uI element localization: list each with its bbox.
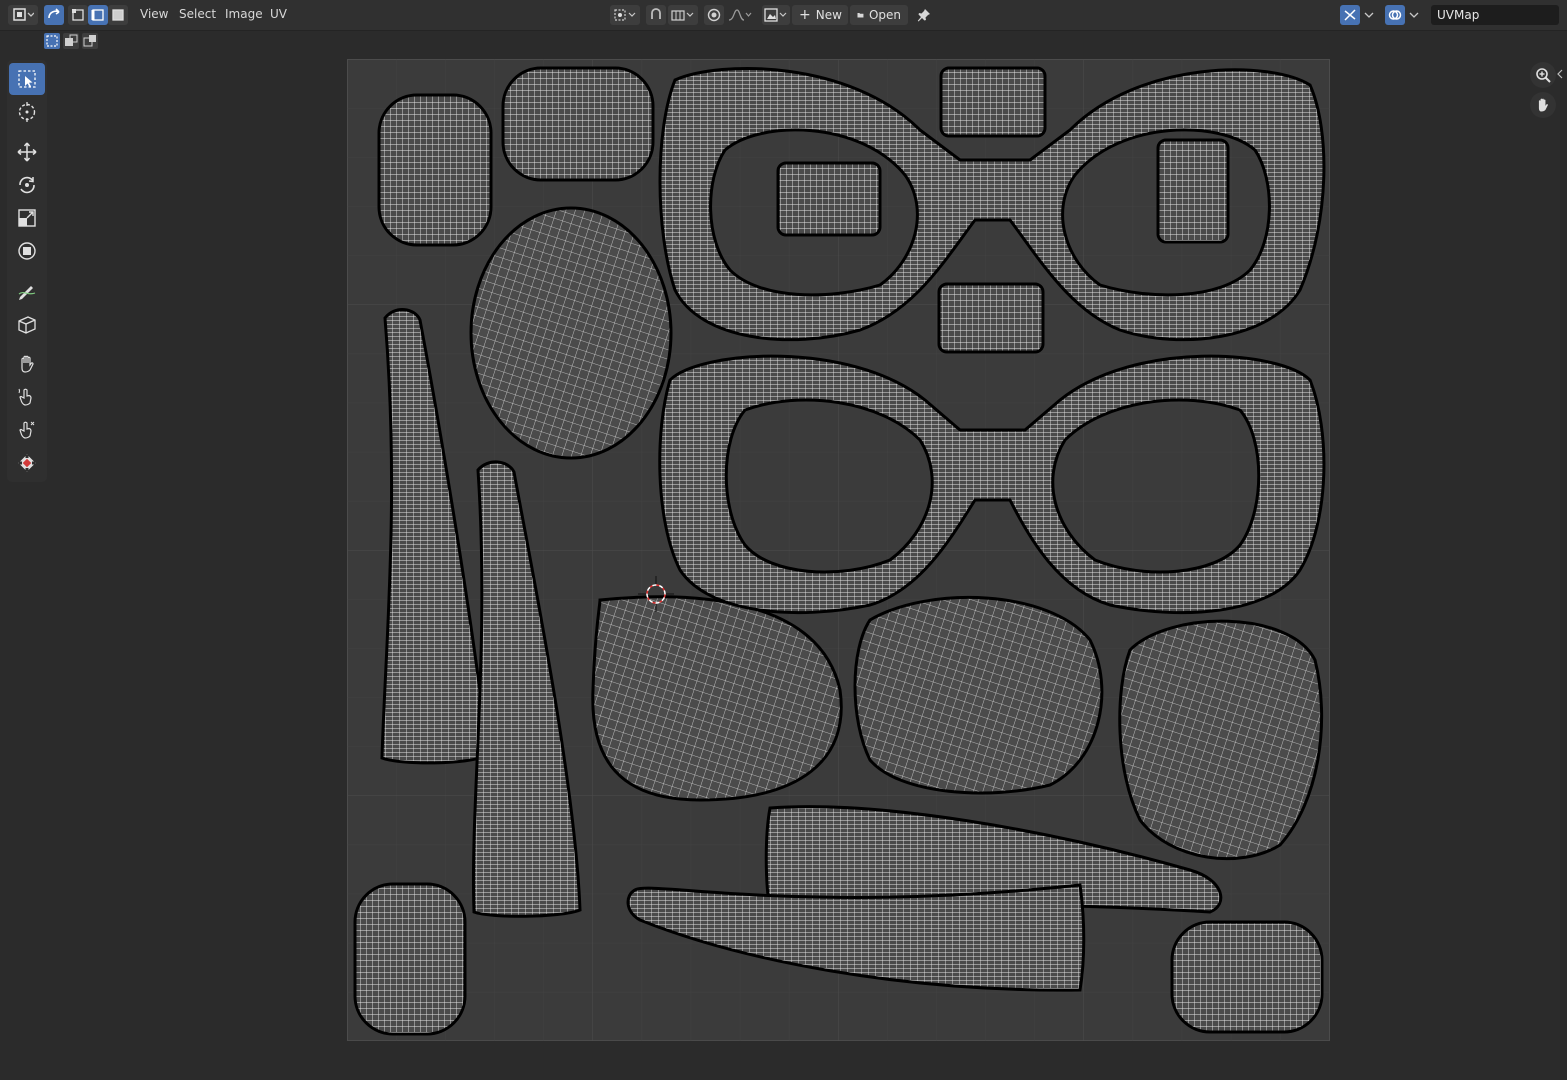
snap-target-button[interactable] (668, 5, 698, 25)
open-image-button[interactable]: Open (850, 5, 908, 25)
falloff-curve-icon (728, 9, 752, 21)
new-image-button[interactable]: + New (792, 5, 848, 25)
transform-icon (18, 242, 36, 260)
snap-increment-icon (671, 10, 694, 21)
sync-selection-icon (48, 8, 60, 19)
move-icon (17, 142, 37, 162)
tool-shelf (7, 60, 47, 482)
pin-image-button[interactable] (914, 5, 934, 25)
plus-icon: + (799, 7, 811, 23)
chevron-down-icon (1409, 12, 1419, 18)
pinch-icon (19, 421, 35, 439)
select-mode-extend-button[interactable] (63, 33, 79, 49)
hand-icon (1538, 98, 1548, 112)
edge-select-icon (91, 9, 104, 21)
tool-grab[interactable] (9, 348, 45, 380)
image-browse-icon (764, 8, 787, 22)
select-mode-new-button[interactable] (44, 33, 60, 49)
pin-icon (917, 9, 930, 22)
tool-cursor[interactable] (9, 96, 45, 128)
snap-icon (651, 8, 661, 19)
chevron-down-icon (1364, 12, 1374, 18)
tool-annotate[interactable] (9, 275, 45, 307)
cursor-icon (18, 102, 36, 122)
select-subtract-icon (83, 35, 96, 47)
sample-icon (18, 454, 36, 472)
image-editor-icon (13, 8, 34, 21)
tool-rip[interactable] (9, 308, 45, 340)
rotate-icon (19, 176, 35, 194)
sidebar-toggle[interactable] (1556, 68, 1564, 80)
tool-sample[interactable] (9, 447, 45, 479)
tool-pinch[interactable] (9, 414, 45, 446)
folder-icon (857, 13, 864, 18)
menu-view[interactable]: View (140, 7, 168, 21)
select-box-icon (18, 70, 36, 88)
select-extend-icon (65, 34, 78, 46)
select-mode-subtract-button[interactable] (82, 33, 98, 49)
chevron-left-icon (1557, 69, 1563, 79)
tool-rotate[interactable] (9, 169, 45, 201)
uv-grid-area[interactable] (347, 59, 1330, 1041)
sync-selection-button[interactable] (44, 5, 64, 25)
scale-icon (18, 209, 36, 227)
overlay-icon (1388, 10, 1402, 20)
pivot-point-button[interactable] (610, 5, 640, 25)
select-new-icon (46, 35, 58, 47)
overlay-dropdown-button[interactable] (1406, 5, 1422, 25)
annotate-icon (18, 286, 36, 300)
vertex-select-icon (72, 9, 84, 21)
editor-type-button[interactable] (8, 5, 38, 25)
edge-select-button[interactable] (88, 5, 108, 25)
zoom-icon (1536, 68, 1551, 83)
relax-icon (18, 388, 32, 406)
image-browse-button[interactable] (762, 5, 790, 25)
menu-uv[interactable]: UV (270, 7, 287, 21)
tool-select-box[interactable] (9, 63, 45, 95)
menu-select[interactable]: Select (179, 7, 216, 21)
uvmap-selector[interactable]: UVMap (1431, 5, 1559, 25)
grab-icon (21, 355, 34, 373)
overlay-toggle-button[interactable] (1385, 5, 1405, 25)
tool-scale[interactable] (9, 202, 45, 234)
zoom-gizmo[interactable] (1530, 62, 1556, 88)
face-select-button[interactable] (108, 5, 128, 25)
proportional-edit-icon (707, 8, 721, 22)
rip-icon (18, 316, 36, 334)
face-select-icon (112, 9, 124, 21)
gizmo-toggle-button[interactable] (1340, 5, 1360, 25)
tool-transform[interactable] (9, 235, 45, 267)
proportional-falloff-button[interactable] (726, 5, 754, 25)
sticky-select-button[interactable] (646, 5, 666, 25)
tool-relax[interactable] (9, 381, 45, 413)
menu-image[interactable]: Image (225, 7, 263, 21)
vertex-select-button[interactable] (68, 5, 88, 25)
tool-move[interactable] (9, 136, 45, 168)
uv-editor-header: View Select Image UV + New Open UVMap (0, 0, 1567, 31)
pivot-point-icon (614, 9, 636, 21)
gizmo-dropdown-button[interactable] (1361, 5, 1377, 25)
pan-gizmo[interactable] (1530, 92, 1556, 118)
gizmo-icon (1344, 9, 1356, 21)
proportional-edit-button[interactable] (704, 5, 724, 25)
